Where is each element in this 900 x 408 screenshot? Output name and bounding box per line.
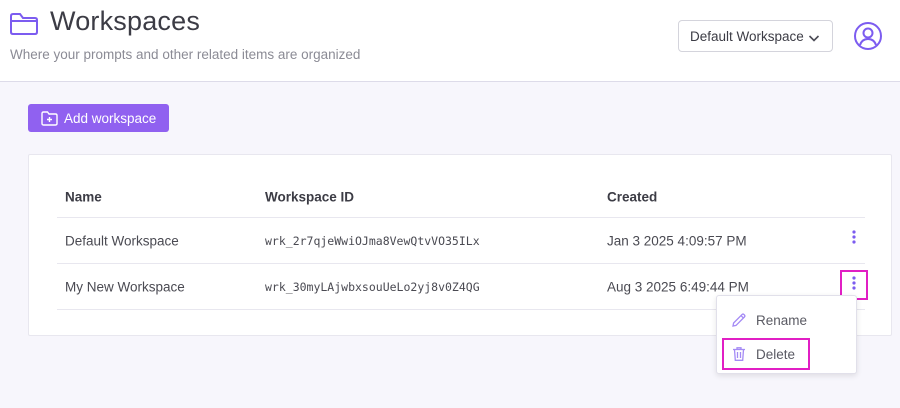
delete-menu-item[interactable]: Delete bbox=[722, 338, 810, 370]
column-header-name: Name bbox=[65, 189, 102, 205]
page-subtitle: Where your prompts and other related ite… bbox=[10, 47, 361, 62]
delete-label: Delete bbox=[756, 346, 796, 362]
more-vertical-icon bbox=[852, 275, 856, 295]
table-header: Name Workspace ID Created bbox=[57, 177, 865, 218]
column-header-created: Created bbox=[607, 189, 658, 205]
add-workspace-button[interactable]: Add workspace bbox=[28, 104, 169, 132]
more-vertical-icon bbox=[852, 229, 856, 249]
page-title: Workspaces bbox=[50, 6, 201, 36]
workspace-created: Jan 3 2025 4:09:57 PM bbox=[607, 233, 747, 248]
row-actions-button[interactable] bbox=[841, 225, 867, 253]
workspace-id: wrk_2r7qjeWwiOJma8VewQtvVO35ILx bbox=[265, 233, 480, 248]
user-avatar-icon[interactable] bbox=[853, 21, 883, 51]
column-header-id: Workspace ID bbox=[265, 189, 355, 205]
folder-icon bbox=[9, 12, 39, 36]
rename-label: Rename bbox=[756, 312, 808, 328]
row-actions-menu: Rename Delete bbox=[716, 295, 857, 374]
workspace-name: My New Workspace bbox=[65, 279, 185, 294]
page-header: Workspaces Where your prompts and other … bbox=[0, 0, 900, 82]
folder-plus-icon bbox=[41, 110, 58, 126]
workspace-name: Default Workspace bbox=[65, 233, 179, 248]
pencil-icon bbox=[731, 312, 747, 328]
workspace-id: wrk_30myLAjwbxsouUeLo2yj8v0Z4QG bbox=[265, 279, 480, 294]
workspace-created: Aug 3 2025 6:49:44 PM bbox=[607, 279, 749, 294]
add-workspace-label: Add workspace bbox=[64, 110, 157, 126]
workspace-selector-value: Default Workspace bbox=[690, 28, 804, 44]
workspace-selector[interactable]: Default Workspace bbox=[678, 20, 833, 52]
table-row: Default Workspace wrk_2r7qjeWwiOJma8VewQ… bbox=[57, 218, 865, 264]
rename-menu-item[interactable]: Rename bbox=[723, 305, 809, 335]
chevron-down-icon bbox=[808, 31, 820, 42]
trash-icon bbox=[731, 346, 747, 362]
